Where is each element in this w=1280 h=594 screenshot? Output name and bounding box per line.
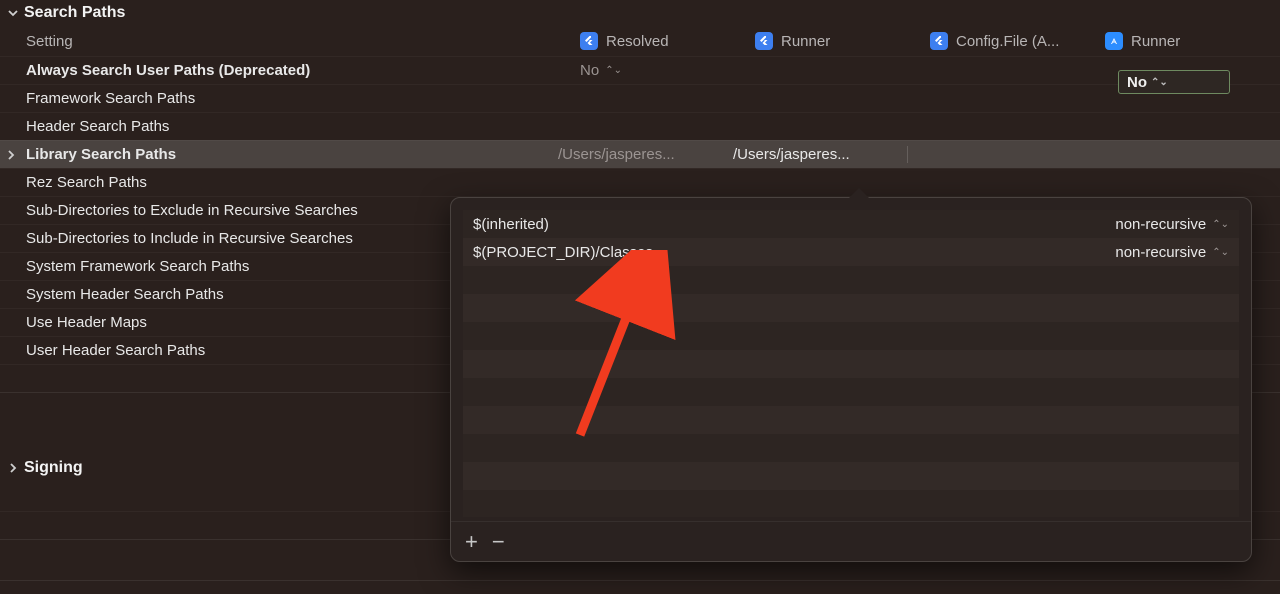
remove-button[interactable]: −: [492, 531, 505, 553]
popover-entry-mode[interactable]: non-recursive: [1115, 244, 1206, 261]
target-config-file[interactable]: Config.File (A...: [930, 32, 1105, 50]
section-divider: [0, 580, 1280, 581]
chevron-down-icon: [6, 8, 20, 18]
popover-entry-mode[interactable]: non-recursive: [1115, 216, 1206, 233]
popover-blank-row[interactable]: [463, 462, 1239, 490]
row-label: Header Search Paths: [26, 118, 580, 135]
row-framework-search-paths[interactable]: Framework Search Paths: [0, 84, 1280, 112]
row-label: Framework Search Paths: [26, 90, 580, 107]
section-title: Signing: [24, 459, 83, 477]
row-label: Always Search User Paths (Deprecated): [26, 62, 580, 79]
row-value-resolved: /Users/jasperes...: [558, 146, 733, 163]
row-header-search-paths[interactable]: Header Search Paths: [0, 112, 1280, 140]
popover-blank-row[interactable]: [463, 350, 1239, 378]
popover-blank-row[interactable]: [463, 378, 1239, 406]
dropdown-value: No: [1127, 74, 1147, 91]
always-search-dropdown[interactable]: No ⌃⌄: [1118, 70, 1230, 94]
dropdown-caret-icon: ⌃⌄: [605, 65, 622, 76]
row-always-search[interactable]: Always Search User Paths (Deprecated) No…: [0, 56, 1280, 84]
section-search-paths-header[interactable]: Search Paths: [0, 0, 1280, 26]
target-resolved-label: Resolved: [606, 33, 669, 50]
app-icon: [1105, 32, 1123, 50]
row-rez-search-paths[interactable]: Rez Search Paths: [0, 168, 1280, 196]
popover-blank-row[interactable]: [463, 294, 1239, 322]
row-value-resolved: No⌃⌄: [580, 62, 755, 79]
target-resolved[interactable]: Resolved: [580, 32, 755, 50]
row-library-search-paths[interactable]: Library Search Paths /Users/jasperes... …: [0, 140, 1280, 168]
row-label: Rez Search Paths: [26, 174, 580, 191]
column-setting: Setting: [26, 33, 580, 50]
columns-row: Setting Resolved Runner Config.File (A..…: [0, 26, 1280, 56]
section-title: Search Paths: [24, 4, 125, 22]
popover-blank-row[interactable]: [463, 490, 1239, 517]
popover-blank-row[interactable]: [463, 266, 1239, 294]
chevron-right-icon[interactable]: [4, 150, 18, 160]
target-runner-2-label: Runner: [1131, 33, 1180, 50]
dropdown-caret-icon: ⌃⌄: [1212, 247, 1229, 258]
target-runner-2[interactable]: Runner: [1105, 32, 1280, 50]
target-runner-1-label: Runner: [781, 33, 830, 50]
popover-list[interactable]: $(inherited) non-recursive ⌃⌄ $(PROJECT_…: [463, 210, 1239, 517]
library-search-paths-popover: $(inherited) non-recursive ⌃⌄ $(PROJECT_…: [450, 197, 1252, 562]
popover-arrow: [849, 188, 869, 198]
flutter-icon: [930, 32, 948, 50]
add-button[interactable]: +: [465, 531, 478, 553]
flutter-icon: [755, 32, 773, 50]
popover-entry[interactable]: $(PROJECT_DIR)/Classes non-recursive ⌃⌄: [463, 238, 1239, 266]
flutter-icon: [580, 32, 598, 50]
dropdown-caret-icon: ⌃⌄: [1212, 219, 1229, 230]
popover-entry[interactable]: $(inherited) non-recursive ⌃⌄: [463, 210, 1239, 238]
popover-blank-row[interactable]: [463, 406, 1239, 434]
popover-blank-row[interactable]: [463, 322, 1239, 350]
popover-footer: + −: [451, 521, 1251, 561]
row-label: Library Search Paths: [26, 146, 558, 163]
popover-entry-path[interactable]: $(inherited): [473, 216, 1115, 233]
popover-entry-path[interactable]: $(PROJECT_DIR)/Classes: [473, 244, 1115, 261]
popover-blank-row[interactable]: [463, 434, 1239, 462]
target-runner-1[interactable]: Runner: [755, 32, 930, 50]
target-config-file-label: Config.File (A...: [956, 33, 1059, 50]
dropdown-caret-icon: ⌃⌄: [1151, 77, 1168, 88]
row-value-runner[interactable]: /Users/jasperes...: [733, 146, 908, 163]
chevron-right-icon: [6, 463, 20, 473]
